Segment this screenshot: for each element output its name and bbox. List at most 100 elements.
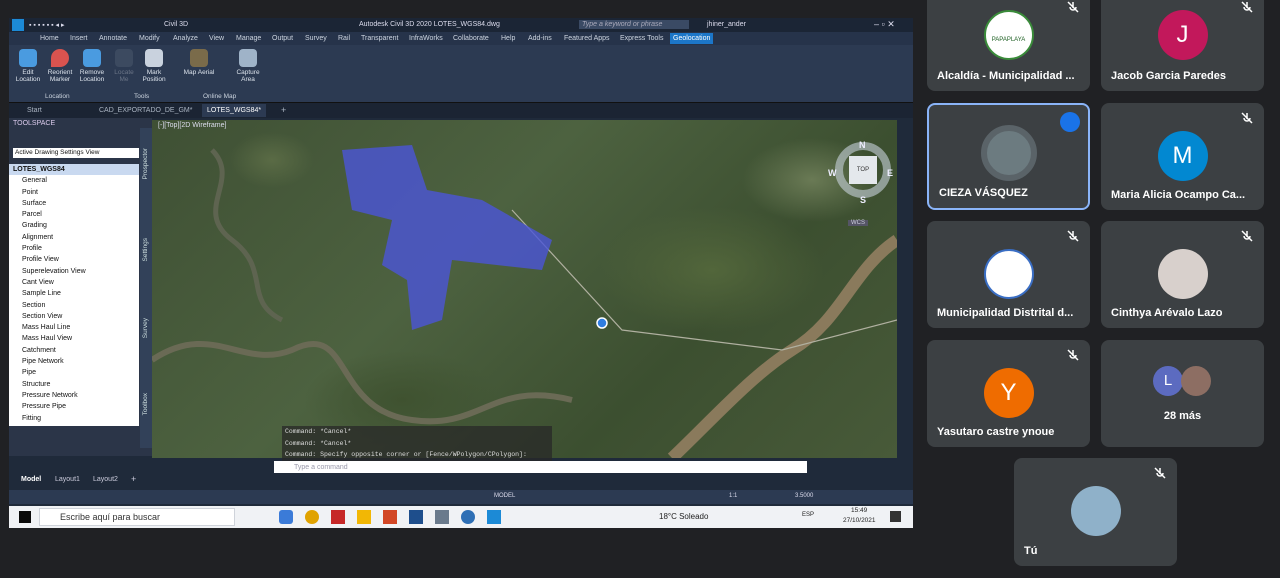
participant-tile[interactable]: Municipalidad Distrital d... [927,221,1090,328]
tab-insert[interactable]: Insert [70,35,88,42]
participant-tile[interactable]: Y Yasutaro castre ynoue [927,340,1090,447]
folder-icon[interactable] [357,510,371,524]
mark-position-button[interactable]: Mark Position [139,49,169,83]
tree-item[interactable]: Pipe Network [9,356,139,367]
quick-access-icons[interactable]: ▪ ▪ ▪ ▪ ▪ ▪ ◂ ▸ [29,21,65,29]
weather-widget[interactable]: 18°C Soleado [659,512,708,521]
tree-item[interactable]: Section View [9,311,139,322]
taskbar-search[interactable]: Escribe aquí para buscar [39,508,235,526]
civil3d-taskbar-icon[interactable] [487,510,501,524]
more-participants-tile[interactable]: L 28 más [1101,340,1264,447]
tree-item[interactable]: General [9,175,139,186]
app-icon[interactable] [435,510,449,524]
tab-featured-apps[interactable]: Featured Apps [564,35,610,42]
tree-item[interactable]: Sample Line [9,288,139,299]
tab-modify[interactable]: Modify [139,35,160,42]
reorient-marker-button[interactable]: Reorient Marker [45,49,75,83]
layout-tab-layout2[interactable]: Layout2 [93,476,118,483]
input-language[interactable]: ESP [802,512,814,518]
viewcube-top[interactable]: TOP [849,156,877,184]
participant-tile[interactable]: M Maria Alicia Ocampo Ca... [1101,103,1264,210]
tree-item[interactable]: Grading [9,220,139,231]
geolocation-marker-icon[interactable] [596,317,608,329]
viewport-controls[interactable]: [-][Top][2D Wireframe] [158,122,226,129]
participant-tile[interactable]: Cinthya Arévalo Lazo [1101,221,1264,328]
new-tab-icon[interactable]: + [281,105,286,115]
model-space-toggle[interactable]: MODEL [494,493,515,499]
windows-start-icon[interactable] [19,511,31,523]
layout-tab-layout1[interactable]: Layout1 [55,476,80,483]
wcs-menu[interactable]: WCS [848,220,868,226]
tab-rail[interactable]: Rail [338,35,350,42]
annotation-scale[interactable]: 1:1 [729,493,737,499]
remove-location-button[interactable]: Remove Location [77,49,107,83]
tab-analyze[interactable]: Analyze [173,35,198,42]
tree-item[interactable]: Surface [9,198,139,209]
toolspace-view-select[interactable]: Active Drawing Settings View [13,148,139,158]
tab-help[interactable]: Help [501,35,515,42]
side-tab-toolbox[interactable]: Toolbox [142,393,149,415]
tab-annotate[interactable]: Annotate [99,35,127,42]
window-controls-icon[interactable]: – ▫ ✕ [874,19,895,30]
add-layout-icon[interactable]: + [131,474,136,484]
tree-item[interactable]: Fitting [9,413,139,424]
tree-item[interactable]: Pressure Pipe [9,401,139,412]
doc-tab-start[interactable]: Start [27,107,42,114]
self-tile[interactable]: Tú [1014,458,1177,566]
tree-item[interactable]: Parcel [9,209,139,220]
tab-manage[interactable]: Manage [236,35,261,42]
mail-icon[interactable] [279,510,293,524]
workspace-label[interactable]: Civil 3D [164,21,188,28]
tree-item[interactable]: Point [9,187,139,198]
locate-me-button[interactable]: Locate Me [109,49,139,83]
notification-icon[interactable] [890,511,901,522]
tab-express-tools[interactable]: Express Tools [620,35,663,42]
capture-area-button[interactable]: Capture Area [231,49,265,83]
edit-location-button[interactable]: Edit Location [13,49,43,83]
side-tab-survey[interactable]: Survey [142,318,149,338]
doc-tab-lotes[interactable]: LOTES_WGS84* [202,104,267,117]
tab-survey[interactable]: Survey [305,35,327,42]
tree-item[interactable]: Pipe [9,367,139,378]
tree-item[interactable]: Pressure Network [9,390,139,401]
tab-output[interactable]: Output [272,35,293,42]
tab-addins[interactable]: Add-ins [528,35,552,42]
linetype-scale[interactable]: 3.5000 [795,493,813,499]
tree-item[interactable]: Superelevation View [9,266,139,277]
civil3d-logo-icon[interactable] [12,19,24,31]
tab-infraworks[interactable]: InfraWorks [409,35,443,42]
map-aerial-button[interactable]: Map Aerial [179,49,219,76]
user-name[interactable]: jhiner_ander [707,21,746,28]
tree-item[interactable]: Mass Haul Line [9,322,139,333]
tree-item[interactable]: Alignment [9,232,139,243]
tree-item[interactable]: Structure [9,379,139,390]
participant-tile[interactable]: PAPAPLAYA Alcaldía - Municipalidad ... [927,0,1090,91]
powerpoint-icon[interactable] [383,510,397,524]
participant-tile-speaking[interactable]: CIEZA VÁSQUEZ [927,103,1090,210]
tree-root[interactable]: LOTES_WGS84 [9,164,139,176]
tree-item[interactable]: Profile View [9,254,139,265]
clock-date[interactable]: 27/10/2021 [843,517,876,524]
participant-tile[interactable]: J Jacob Garcia Paredes [1101,0,1264,91]
pdf-icon[interactable] [331,510,345,524]
layout-tab-model[interactable]: Model [21,476,41,483]
side-tab-prospector[interactable]: Prospector [142,148,149,179]
app-icon[interactable] [409,510,423,524]
keyword-search-input[interactable]: Type a keyword or phrase [579,20,689,29]
chrome-icon[interactable] [305,510,319,524]
tree-item[interactable]: Catchment [9,345,139,356]
app-icon[interactable] [461,510,475,524]
parcel-polygons[interactable] [342,145,552,330]
tree-item[interactable]: Profile [9,243,139,254]
tab-geolocation[interactable]: Geolocation [670,33,714,44]
side-tab-settings[interactable]: Settings [142,238,149,262]
tab-view[interactable]: View [209,35,224,42]
tab-transparent[interactable]: Transparent [361,35,398,42]
drawing-viewport[interactable]: [-][Top][2D Wireframe] TOP N S E W WCS C… [152,120,897,461]
tree-item[interactable]: Cant View [9,277,139,288]
doc-tab-cad-exportado[interactable]: CAD_EXPORTADO_DE_GM* [99,107,193,114]
tab-home[interactable]: Home [40,35,59,42]
viewcube-compass[interactable]: TOP [835,142,891,198]
tab-collaborate[interactable]: Collaborate [453,35,489,42]
tree-item[interactable]: Mass Haul View [9,333,139,344]
